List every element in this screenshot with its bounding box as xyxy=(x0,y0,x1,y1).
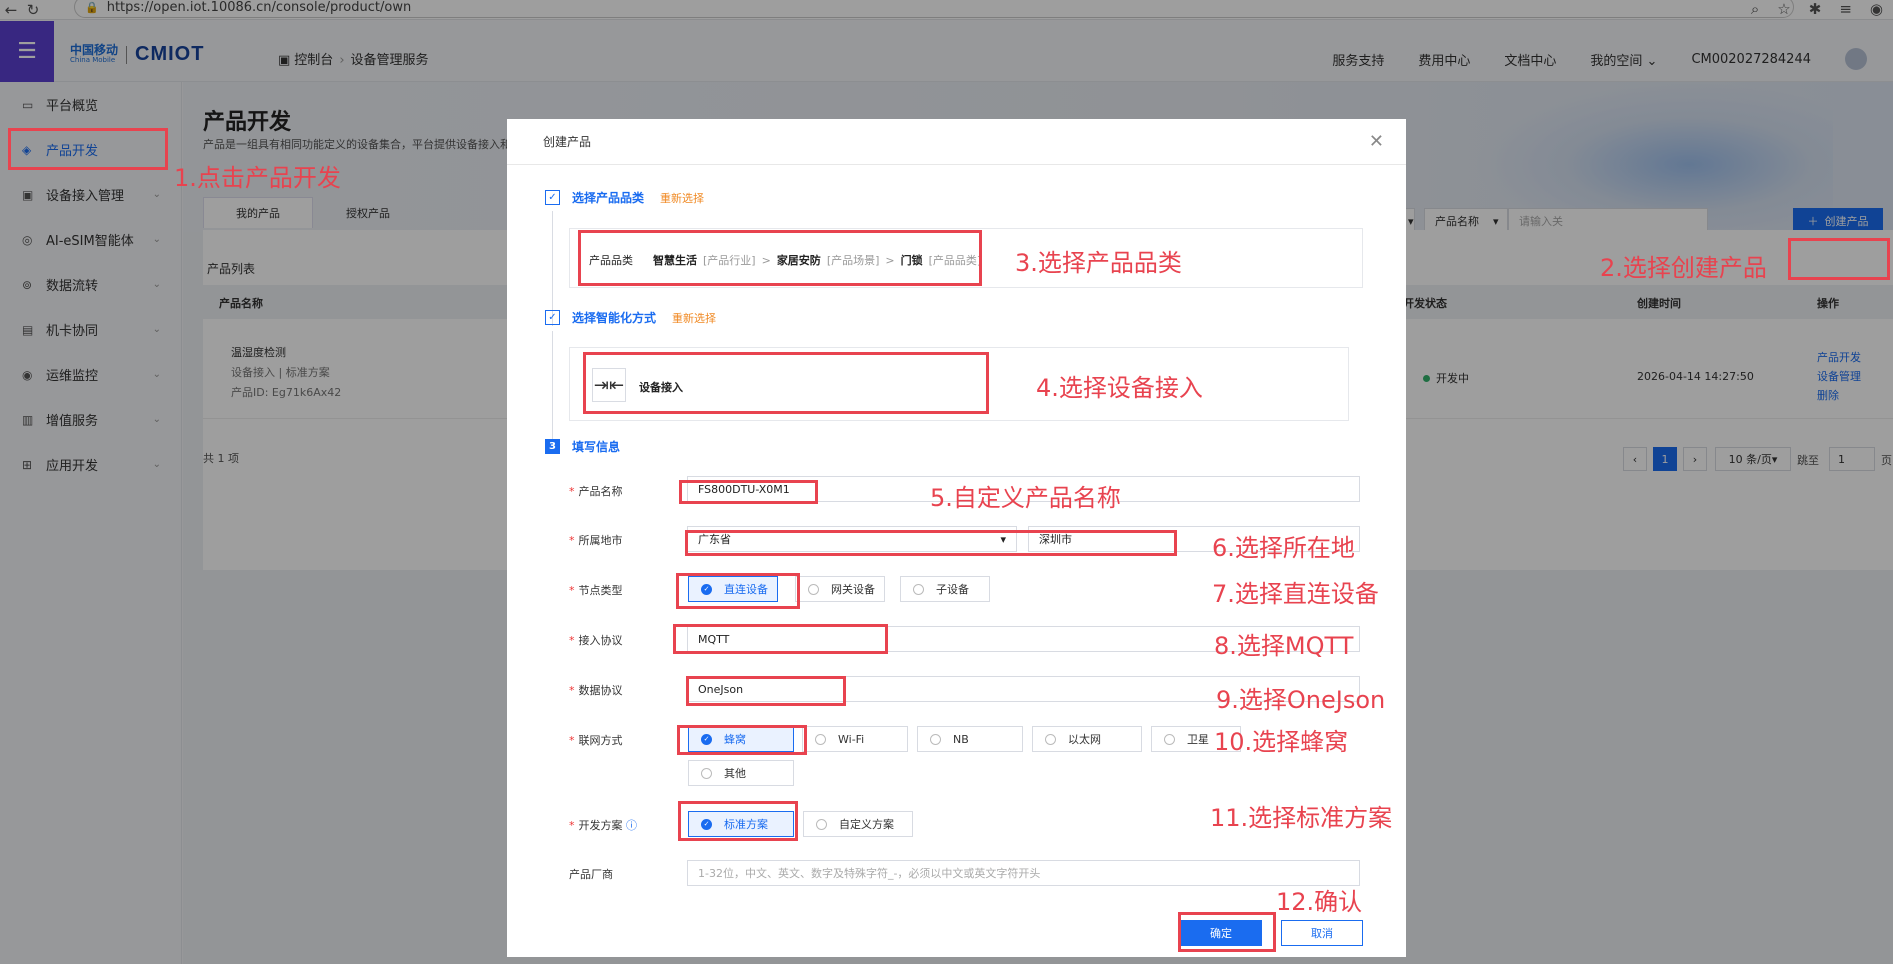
annotation-7: 7.选择直连设备 xyxy=(1212,580,1379,608)
category-path: 产品品类 智慧生活 [产品行业] > 家居安防 [产品场景] > 门锁 [产品品类] xyxy=(589,252,981,268)
option-label: 以太网 xyxy=(1068,733,1101,746)
chevron-right-icon: > xyxy=(885,253,895,267)
label-product-name: * 产品名称 xyxy=(569,485,623,498)
category-scene: 家居安防 xyxy=(776,254,821,267)
method-box xyxy=(569,347,1349,421)
confirm-button[interactable]: 确定 xyxy=(1180,920,1262,946)
option-label: 其他 xyxy=(724,767,746,780)
check-icon: ✓ xyxy=(701,818,712,830)
annotation-3: 3.选择产品品类 xyxy=(1015,249,1182,277)
category-industry: 智慧生活 xyxy=(653,254,697,267)
chevron-right-icon: > xyxy=(761,253,771,267)
label-text: 所属地市 xyxy=(578,534,623,547)
option-label: 蜂窝 xyxy=(724,733,746,746)
network-wifi-radio[interactable]: Wi-Fi xyxy=(802,726,908,752)
label-city: * 所属地市 xyxy=(569,534,623,547)
vendor-input[interactable]: 1-32位，中文、英文、数字及特殊字符_-，必须以中文或英文字符开头 xyxy=(687,860,1360,886)
label-plan: * 开发方案 ⓘ xyxy=(569,819,637,832)
option-label: 卫星 xyxy=(1187,733,1209,746)
step-method: ✓ 选择智能化方式 重新选择 xyxy=(545,309,716,326)
device-access-option[interactable]: 设备接入 xyxy=(639,379,683,395)
check-icon: ✓ xyxy=(701,733,712,745)
network-other-radio[interactable]: 其他 xyxy=(688,760,794,786)
category-label: 产品品类 xyxy=(589,254,633,267)
annotation-9: 9.选择OneJson xyxy=(1216,686,1386,714)
label-text: 产品名称 xyxy=(578,485,623,498)
annotation-12: 12.确认 xyxy=(1276,888,1363,916)
label-text: 节点类型 xyxy=(578,584,623,597)
annotation-6: 6.选择所在地 xyxy=(1212,534,1355,562)
category-scene-type: [产品场景] xyxy=(826,254,880,267)
option-label: 自定义方案 xyxy=(839,818,894,831)
label-text: 接入协议 xyxy=(578,634,623,647)
label-text: 联网方式 xyxy=(578,734,623,747)
plan-standard-radio[interactable]: ✓ 标准方案 xyxy=(688,811,794,837)
step-info: 3 填写信息 xyxy=(545,438,620,455)
label-data-protocol: * 数据协议 xyxy=(569,684,623,697)
annotation-5: 5.自定义产品名称 xyxy=(930,484,1121,512)
province-select[interactable]: 广东省 ▾ xyxy=(687,526,1017,552)
label-text: 开发方案 xyxy=(578,819,623,832)
category-item: 门锁 xyxy=(900,254,923,267)
check-icon: ✓ xyxy=(545,190,560,205)
annotation-4: 4.选择设备接入 xyxy=(1036,374,1203,402)
reselect-method-link[interactable]: 重新选择 xyxy=(672,310,716,326)
label-protocol: * 接入协议 xyxy=(569,634,623,647)
dialog-title: 创建产品 xyxy=(507,119,1406,165)
node-gateway-radio[interactable]: 网关设备 xyxy=(795,576,885,602)
annotation-2: 2.选择创建产品 xyxy=(1600,254,1767,282)
network-ethernet-radio[interactable]: 以太网 xyxy=(1032,726,1142,752)
cancel-button[interactable]: 取消 xyxy=(1281,920,1363,946)
annotation-8: 8.选择MQTT xyxy=(1214,632,1354,660)
step-number: 3 xyxy=(545,439,560,454)
label-network: * 联网方式 xyxy=(569,734,623,747)
province-value: 广东省 xyxy=(698,533,731,546)
annotation-11: 11.选择标准方案 xyxy=(1210,804,1393,832)
label-vendor: 产品厂商 xyxy=(569,868,613,881)
reselect-category-link[interactable]: 重新选择 xyxy=(660,190,704,206)
check-icon: ✓ xyxy=(701,583,712,595)
step-category-title: 选择产品品类 xyxy=(572,191,645,205)
check-icon: ✓ xyxy=(545,310,560,325)
option-label: 直连设备 xyxy=(724,583,768,596)
node-sub-radio[interactable]: 子设备 xyxy=(900,576,990,602)
label-text: 数据协议 xyxy=(578,684,623,697)
step-method-title: 选择智能化方式 xyxy=(572,311,657,325)
label-node-type: * 节点类型 xyxy=(569,584,623,597)
help-icon[interactable]: ⓘ xyxy=(626,819,637,832)
step-category: ✓ 选择产品品类 重新选择 xyxy=(545,189,704,206)
node-direct-radio[interactable]: ✓ 直连设备 xyxy=(688,576,778,602)
option-label: 网关设备 xyxy=(831,583,875,596)
chevron-down-icon: ▾ xyxy=(1000,532,1006,546)
category-industry-type: [产品行业] xyxy=(703,254,756,267)
option-label: 标准方案 xyxy=(724,818,768,831)
option-label: Wi-Fi xyxy=(838,732,865,746)
annotation-10: 10.选择蜂窝 xyxy=(1214,728,1349,756)
annotation-1: 1.点击产品开发 xyxy=(174,164,341,192)
close-icon[interactable]: ✕ xyxy=(1369,131,1384,152)
plan-custom-radio[interactable]: 自定义方案 xyxy=(803,811,913,837)
option-label: NB xyxy=(953,732,969,746)
network-nb-radio[interactable]: NB xyxy=(917,726,1023,752)
network-cellular-radio[interactable]: ✓ 蜂窝 xyxy=(688,726,794,752)
step-connector xyxy=(552,331,553,447)
device-access-icon[interactable]: ⇥⇤ xyxy=(592,368,626,402)
step-info-title: 填写信息 xyxy=(572,440,621,454)
option-label: 子设备 xyxy=(936,583,969,596)
category-item-type: [产品品类] xyxy=(928,254,982,267)
